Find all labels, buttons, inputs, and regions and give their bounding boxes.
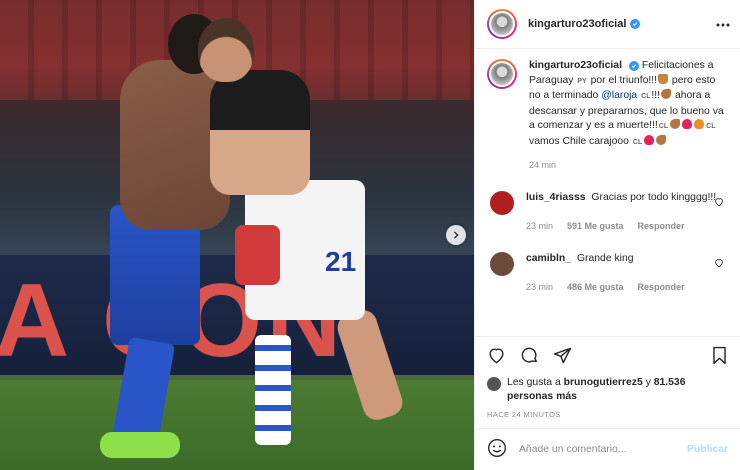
liker-username[interactable]: brunogutierrez5 (564, 377, 643, 388)
comment-avatar[interactable] (490, 251, 514, 276)
comments-list[interactable]: kingarturo23oficial Felicitaciones a Par… (475, 49, 740, 336)
heart-icon[interactable] (714, 197, 724, 210)
heart-icon[interactable] (487, 346, 506, 368)
carousel-next-button[interactable] (446, 225, 466, 245)
reply-button[interactable]: Responder (638, 280, 685, 295)
comment-text: Gracias por todo kingggg!!! (591, 191, 717, 203)
likes-prefix: Les gusta a (507, 377, 561, 388)
jersey-number: 21 (325, 246, 357, 277)
post-header: kingarturo23oficial (475, 0, 740, 49)
muscle-emoji-icon (661, 89, 672, 99)
caption-text-2: por el triunfo!!! (590, 74, 658, 86)
fire-emoji-icon (694, 119, 705, 129)
comment-input[interactable]: Añade un comentario... (519, 444, 687, 455)
player-left-boot (100, 432, 180, 458)
more-icon[interactable] (716, 19, 730, 30)
flag-cl: CL (632, 138, 643, 146)
comment: camibln_ Grande king 23 min 486 Me gusta… (487, 251, 728, 295)
comment-body: luis_4riasss Gracias por todo kingggg!!!… (526, 191, 728, 234)
comment: luis_4riasss Gracias por todo kingggg!!!… (487, 190, 728, 234)
likes-summary: Les gusta a brunogutierrez5 y 81.536 per… (475, 376, 740, 404)
author-username[interactable]: kingarturo23oficial (528, 18, 626, 30)
heart-icon[interactable] (714, 258, 724, 271)
comment-body: camibln_ Grande king 23 min 486 Me gusta… (526, 252, 728, 295)
reply-button[interactable]: Responder (638, 219, 685, 234)
add-comment-bar: Añade un comentario... Publicar (475, 428, 740, 470)
mention-link[interactable]: @laroja (601, 90, 637, 101)
publish-button[interactable]: Publicar (687, 444, 728, 455)
pitch (0, 380, 474, 470)
comment-username[interactable]: luis_4riasss (526, 192, 586, 203)
caption-text-6: vamos Chile carajooo (529, 135, 629, 147)
verified-icon (630, 19, 641, 29)
liker-avatar[interactable] (487, 377, 501, 391)
muscle-emoji-icon (656, 134, 667, 145)
flag-cl: CL (706, 123, 716, 130)
comment-username[interactable]: camibln_ (526, 253, 571, 264)
caption-avatar[interactable] (487, 59, 517, 89)
comment-icon[interactable] (520, 346, 539, 368)
author-avatar[interactable] (487, 9, 517, 39)
flag-cl: CL (658, 123, 669, 130)
muscle-emoji-icon (670, 119, 681, 129)
flag-py: PY (577, 77, 587, 85)
caption-username[interactable]: kingarturo23oficial (529, 60, 622, 71)
caption-text-4: !!! (651, 90, 661, 101)
caption-time: 24 min (529, 160, 557, 170)
post-photo[interactable]: A CON 21 (0, 0, 474, 470)
comment-likes[interactable]: 591 Me gusta (567, 219, 624, 234)
shirt-in-hand (235, 225, 280, 285)
verified-icon (628, 61, 639, 71)
emoji-icon[interactable] (487, 438, 507, 461)
instagram-post: A CON 21 kingarturo23oficial kingarturo2… (0, 0, 740, 470)
chevron-right-icon (453, 231, 459, 239)
player-right-torso (210, 70, 310, 195)
share-icon[interactable] (553, 346, 572, 368)
save-icon[interactable] (711, 346, 728, 368)
comment-time: 23 min (526, 221, 554, 231)
heart-emoji-icon (682, 119, 693, 129)
comment-time: 23 min (526, 282, 554, 292)
post-actions (475, 336, 740, 376)
player-right-head (198, 18, 254, 82)
likes-mid: y (645, 377, 651, 388)
caption-body: kingarturo23oficial Felicitaciones a Par… (529, 59, 728, 173)
caption-meta: 24 min (529, 158, 728, 173)
comment-text: Grande king (576, 252, 634, 264)
thumbs-up-emoji-icon (658, 73, 669, 84)
comment-meta: 23 min 591 Me gusta Responder (526, 219, 728, 234)
post-timestamp[interactable]: HACE 24 MINUTOS (475, 404, 740, 428)
player-right-sock (255, 335, 291, 445)
comment-likes[interactable]: 486 Me gusta (567, 280, 624, 295)
caption: kingarturo23oficial Felicitaciones a Par… (487, 59, 728, 173)
flag-cl: CL (641, 93, 651, 100)
post-side-panel: kingarturo23oficial kingarturo23oficial … (474, 0, 740, 470)
comment-meta: 23 min 486 Me gusta Responder (526, 280, 728, 295)
heart-emoji-icon (644, 134, 655, 145)
comment-avatar[interactable] (490, 190, 514, 215)
